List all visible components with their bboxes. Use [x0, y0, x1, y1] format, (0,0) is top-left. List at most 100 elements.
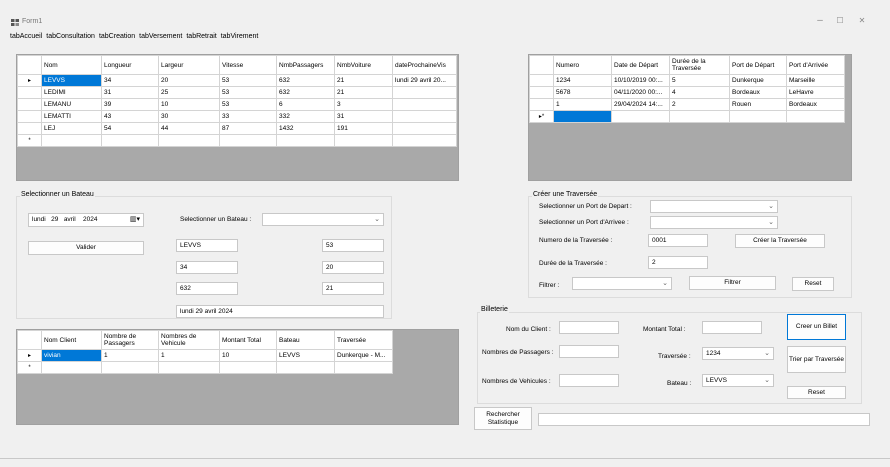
tab-retrait[interactable]: tabRetrait: [186, 33, 216, 45]
duree-traversee-input[interactable]: 2: [648, 256, 708, 269]
port-arrivee-select[interactable]: ⌄: [650, 216, 778, 229]
date-picker[interactable]: lundi 29 avril 2024 ▥▾: [28, 213, 144, 227]
new-row-marker[interactable]: *: [17, 361, 42, 374]
table-cell[interactable]: LEVVS: [276, 349, 335, 362]
nombres-vehicules-input[interactable]: [559, 374, 619, 387]
current-row-marker[interactable]: ▸: [17, 349, 42, 362]
new-row[interactable]: ▸*: [529, 110, 845, 123]
traversee-select[interactable]: 1234 ⌄: [702, 347, 774, 360]
table-row[interactable]: ▸ LEVVS 34 20 53 632 21 lundi 29 avril 2…: [17, 74, 457, 87]
table-cell[interactable]: [729, 110, 787, 123]
row-header[interactable]: [529, 74, 554, 87]
col-header-nmbvoiture[interactable]: NmbVoiture: [334, 55, 393, 75]
port-depart-select[interactable]: ⌄: [650, 200, 778, 213]
table-cell[interactable]: [669, 110, 730, 123]
table-cell[interactable]: 20: [158, 74, 220, 87]
table-cell[interactable]: 1234: [553, 74, 612, 87]
table-cell[interactable]: 25: [158, 86, 220, 99]
table-row[interactable]: LEJ 54 44 87 1432 191: [17, 122, 457, 135]
table-cell[interactable]: LEDIMI: [41, 86, 102, 99]
table-cell[interactable]: 53: [219, 98, 277, 111]
col-header-port-depart[interactable]: Port de Départ: [729, 55, 787, 75]
table-row[interactable]: LEMATTI 43 30 33 332 31: [17, 110, 457, 123]
table-cell[interactable]: 30: [158, 110, 220, 123]
nombres-passagers-input[interactable]: [559, 345, 619, 358]
table-cell[interactable]: 44: [158, 122, 220, 135]
date-prochaine-field[interactable]: lundi 29 avril 2024: [176, 305, 384, 318]
table-cell[interactable]: 191: [334, 122, 393, 135]
largeur-field[interactable]: 20: [322, 261, 384, 274]
table-cell[interactable]: [158, 361, 220, 374]
table-cell[interactable]: 332: [276, 110, 335, 123]
new-row[interactable]: *: [17, 134, 457, 147]
table-cell[interactable]: Rouen: [729, 98, 787, 111]
table-cell[interactable]: 10/10/2019 00:...: [611, 74, 670, 87]
clients-grid[interactable]: Nom Client Nombre de Passagers Nombres d…: [16, 329, 459, 425]
voiture-field[interactable]: 21: [322, 282, 384, 295]
tab-consultation[interactable]: tabConsultation: [46, 33, 95, 45]
vitesse-field[interactable]: 53: [322, 239, 384, 252]
longueur-field[interactable]: 34: [176, 261, 238, 274]
col-header-date-depart[interactable]: Date de Départ: [611, 55, 670, 75]
table-cell[interactable]: Dunkerque - M...: [334, 349, 393, 362]
table-cell[interactable]: [219, 134, 277, 147]
table-cell[interactable]: [41, 134, 102, 147]
table-cell[interactable]: 54: [101, 122, 159, 135]
minimize-button[interactable]: –: [810, 14, 830, 28]
table-row[interactable]: 5678 04/11/2020 00:... 4 Bordeaux LeHavr…: [529, 86, 845, 99]
tab-versement[interactable]: tabVersement: [139, 33, 182, 45]
filtrer-button[interactable]: Filtrer: [689, 276, 776, 290]
tab-creation[interactable]: tabCreation: [99, 33, 135, 45]
table-cell[interactable]: LEMATTI: [41, 110, 102, 123]
bateau-billet-select[interactable]: LEVVS ⌄: [702, 374, 774, 387]
table-cell[interactable]: 87: [219, 122, 277, 135]
col-header-nom-client[interactable]: Nom Client: [41, 330, 102, 350]
table-row[interactable]: LEDIMI 31 25 53 632 21: [17, 86, 457, 99]
row-header[interactable]: [529, 98, 554, 111]
table-cell[interactable]: 31: [101, 86, 159, 99]
valider-button[interactable]: Valider: [28, 241, 144, 255]
table-cell[interactable]: LEVVS: [41, 74, 102, 87]
table-cell[interactable]: 29/04/2024 14:...: [611, 98, 670, 111]
table-cell[interactable]: 10: [219, 349, 277, 362]
table-cell[interactable]: [786, 110, 845, 123]
table-cell[interactable]: [41, 361, 102, 374]
statistique-output[interactable]: [538, 413, 870, 426]
trier-par-traversee-button[interactable]: Trier par Traversée: [787, 346, 846, 373]
nom-field[interactable]: LEVVS: [176, 239, 238, 252]
table-cell[interactable]: [334, 361, 393, 374]
col-header-nmbpassagers[interactable]: NmbPassagers: [276, 55, 335, 75]
table-cell[interactable]: 53: [219, 74, 277, 87]
table-cell[interactable]: 43: [101, 110, 159, 123]
table-cell[interactable]: 632: [276, 74, 335, 87]
table-cell[interactable]: 1432: [276, 122, 335, 135]
table-cell[interactable]: 39: [101, 98, 159, 111]
table-cell[interactable]: [158, 134, 220, 147]
table-cell[interactable]: [392, 98, 457, 111]
row-header[interactable]: [17, 122, 42, 135]
table-cell[interactable]: 53: [219, 86, 277, 99]
passagers-field[interactable]: 632: [176, 282, 238, 295]
filtrer-select[interactable]: ⌄: [572, 277, 672, 290]
table-cell[interactable]: LEJ: [41, 122, 102, 135]
table-cell[interactable]: 1: [101, 349, 159, 362]
col-header-port-arrivee[interactable]: Port d'Arrivée: [786, 55, 845, 75]
new-row[interactable]: *: [17, 361, 393, 374]
creer-traversee-button[interactable]: Créer la Traversée: [735, 234, 825, 248]
table-cell[interactable]: 3: [334, 98, 393, 111]
close-button[interactable]: ✕: [852, 14, 872, 28]
table-cell[interactable]: 1: [158, 349, 220, 362]
table-cell[interactable]: [392, 86, 457, 99]
table-row[interactable]: ▸ vivian 1 1 10 LEVVS Dunkerque - M...: [17, 349, 393, 362]
creer-billet-button[interactable]: Creer un Billet: [787, 314, 846, 340]
maximize-button[interactable]: ☐: [830, 14, 850, 28]
col-header-nombres-vehicule[interactable]: Nombres de Vehicule: [158, 330, 220, 350]
table-cell[interactable]: Dunkerque: [729, 74, 787, 87]
table-cell[interactable]: 21: [334, 86, 393, 99]
table-cell[interactable]: LeHavre: [786, 86, 845, 99]
table-cell[interactable]: 6: [276, 98, 335, 111]
table-cell[interactable]: Marseille: [786, 74, 845, 87]
col-header-montant-total[interactable]: Montant Total: [219, 330, 277, 350]
row-header[interactable]: [17, 86, 42, 99]
tab-virement[interactable]: tabVirement: [221, 33, 259, 45]
